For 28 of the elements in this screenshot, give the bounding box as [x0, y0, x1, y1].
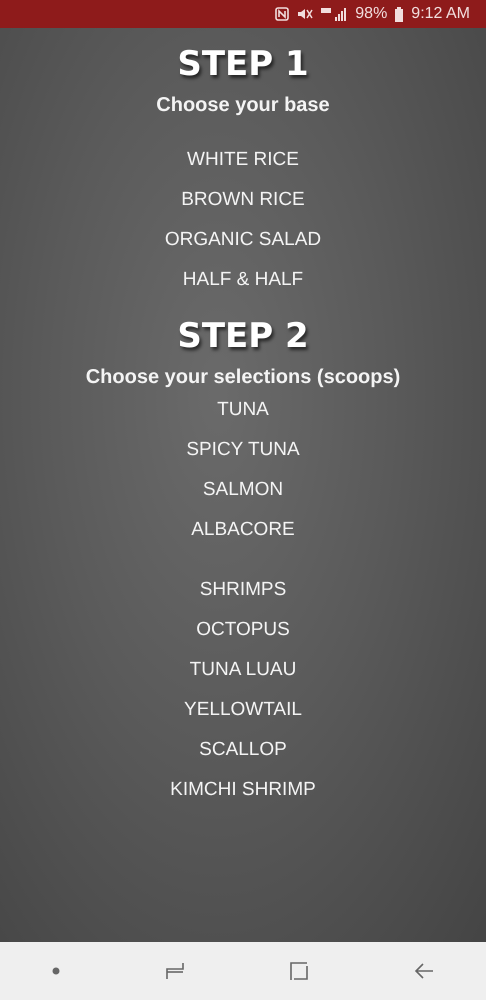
- back-icon[interactable]: [414, 962, 434, 980]
- menu-option: YELLOWTAIL: [184, 698, 302, 722]
- menu-option: OCTOPUS: [196, 618, 290, 642]
- step-heading: STEP 1: [177, 44, 309, 84]
- nfc-icon: [275, 7, 290, 21]
- signal-icon: [321, 7, 348, 21]
- menu-option: SPICY TUNA: [186, 438, 300, 462]
- step-subtitle: Choose your base: [156, 93, 330, 118]
- mute-icon: [297, 7, 314, 21]
- menu-option: ORGANIC SALAD: [164, 228, 322, 252]
- home-icon[interactable]: [289, 961, 310, 981]
- menu-option: SCALLOP: [199, 738, 287, 762]
- menu-option: SHRIMPS: [200, 578, 286, 602]
- menu-option: WHITE RICE: [187, 148, 299, 172]
- menu-option: TUNA LUAU: [190, 658, 296, 682]
- step-subtitle: Choose your selections (scoops): [86, 365, 400, 390]
- menu-option: HALF & HALF: [182, 268, 304, 292]
- step-heading: STEP 2: [177, 316, 309, 356]
- recent-apps-icon[interactable]: [164, 962, 185, 980]
- menu-option: TUNA: [217, 398, 269, 422]
- menu-option: SALMON: [202, 478, 284, 502]
- clock-time: 9:12 AM: [411, 4, 470, 24]
- menu-option: BROWN RICE: [181, 188, 305, 212]
- menu-option: ALBACORE: [191, 518, 295, 542]
- battery-icon: [395, 6, 404, 22]
- menu-option: KIMCHI SHRIMP: [170, 778, 316, 802]
- battery-percent: 98%: [355, 4, 388, 24]
- dot-icon[interactable]: [52, 967, 60, 975]
